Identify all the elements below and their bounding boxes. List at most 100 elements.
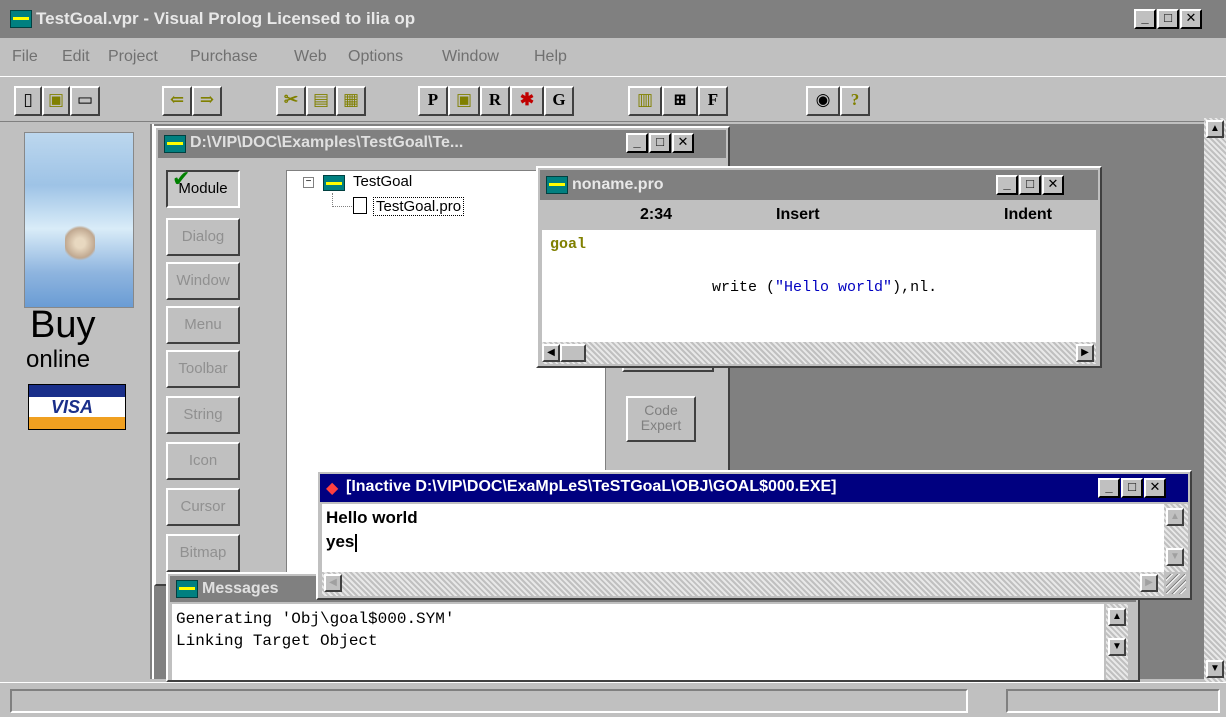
new-file-icon[interactable]: ▯ bbox=[14, 86, 42, 116]
console-minimize-button[interactable]: _ bbox=[1098, 478, 1120, 498]
editor-close-button[interactable]: ✕ bbox=[1042, 175, 1064, 195]
console-scroll-up-icon[interactable]: ▲ bbox=[1166, 508, 1184, 526]
menu-help[interactable]: Help bbox=[534, 48, 567, 66]
code-keyword: goal bbox=[550, 236, 587, 253]
main-scroll-down-icon[interactable]: ▼ bbox=[1206, 660, 1224, 678]
tree-file-label[interactable]: TestGoal.pro bbox=[373, 197, 465, 216]
redo-icon[interactable]: ⇒ bbox=[192, 86, 222, 116]
console-scroll-down-icon[interactable]: ▼ bbox=[1166, 548, 1184, 566]
messages-scroll-up-icon[interactable]: ▲ bbox=[1108, 608, 1126, 626]
status-panel-right bbox=[1006, 689, 1220, 713]
console-title: [Inactive D:\VIP\DOC\ExaMpLeS\TeSTGoaL\O… bbox=[346, 478, 837, 495]
app-title-bar[interactable]: TestGoal.vpr - Visual Prolog Licensed to… bbox=[0, 0, 1226, 38]
tree-icon[interactable]: ⊞ bbox=[662, 86, 698, 116]
file-icon bbox=[353, 197, 367, 214]
code-write: write ( bbox=[712, 279, 776, 296]
menu-options[interactable]: Options bbox=[348, 48, 403, 66]
messages-vscrollbar[interactable]: ▲ ▼ bbox=[1106, 604, 1128, 680]
project-title-bar[interactable]: D:\VIP\DOC\Examples\TestGoal\Te... _ □ ✕ bbox=[158, 130, 726, 158]
tab-cursor[interactable]: Cursor bbox=[166, 488, 240, 526]
project-close-button[interactable]: ✕ bbox=[672, 133, 694, 153]
console-output[interactable]: Hello world yes bbox=[322, 504, 1164, 572]
editor-scroll-right-icon[interactable]: ▶ bbox=[1076, 344, 1094, 362]
messages-output[interactable]: Generating 'Obj\goal$000.SYM' Linking Ta… bbox=[172, 604, 1104, 680]
console-window-icon: ◆ bbox=[326, 480, 339, 497]
menu-web[interactable]: Web bbox=[294, 48, 327, 66]
compile-icon[interactable]: P bbox=[418, 86, 448, 116]
project-window-icon bbox=[164, 135, 186, 153]
tab-window[interactable]: Window bbox=[166, 262, 240, 300]
code-expert-button[interactable]: Code Expert bbox=[626, 396, 696, 442]
messages-title: Messages bbox=[202, 580, 279, 597]
menu-purchase[interactable]: Purchase bbox=[190, 48, 258, 66]
main-scroll-up-icon[interactable]: ▲ bbox=[1206, 120, 1224, 138]
editor-title-bar[interactable]: noname.pro _ □ ✕ bbox=[540, 170, 1098, 200]
debug-bug-icon[interactable]: ✱ bbox=[510, 86, 544, 116]
editor-window[interactable]: noname.pro _ □ ✕ 2:34 Insert Indent goal… bbox=[536, 166, 1102, 368]
editor-scroll-left-icon[interactable]: ◀ bbox=[542, 344, 560, 362]
tab-icon[interactable]: Icon bbox=[166, 442, 240, 480]
editor-title: noname.pro bbox=[572, 176, 664, 193]
editor-hscrollbar[interactable]: ◀ ▶ bbox=[542, 342, 1096, 364]
console-maximize-button[interactable]: □ bbox=[1121, 478, 1143, 498]
open-file-icon[interactable]: ▣ bbox=[42, 86, 70, 116]
tree-project-icon bbox=[323, 175, 345, 191]
tab-menu[interactable]: Menu bbox=[166, 306, 240, 344]
menu-bar: File Edit Project Purchase Web Options W… bbox=[0, 40, 1226, 74]
editor-minimize-button[interactable]: _ bbox=[996, 175, 1018, 195]
tab-dialog[interactable]: Dialog bbox=[166, 218, 240, 256]
help-button[interactable]: ? bbox=[840, 86, 870, 116]
ad-buy-text[interactable]: Buy bbox=[30, 305, 95, 345]
console-title-bar[interactable]: ◆ [Inactive D:\VIP\DOC\ExaMpLeS\TeSTGoaL… bbox=[320, 474, 1188, 502]
app-close-button[interactable]: ✕ bbox=[1180, 9, 1202, 29]
paste-icon[interactable]: ▦ bbox=[336, 86, 366, 116]
copy-icon[interactable]: ▤ bbox=[306, 86, 336, 116]
app-icon[interactable] bbox=[10, 10, 32, 28]
main-vscrollbar[interactable]: ▲ ▼ bbox=[1204, 118, 1226, 682]
console-window[interactable]: ◆ [Inactive D:\VIP\DOC\ExaMpLeS\TeSTGoaL… bbox=[316, 470, 1192, 600]
save-file-icon[interactable]: ▭ bbox=[70, 86, 100, 116]
project-title: D:\VIP\DOC\Examples\TestGoal\Te... bbox=[190, 134, 464, 151]
browse-icon[interactable]: ▥ bbox=[628, 86, 662, 116]
tab-toolbar[interactable]: Toolbar bbox=[166, 350, 240, 388]
tab-bitmap[interactable]: Bitmap bbox=[166, 534, 240, 572]
tab-module[interactable]: ✔ Module bbox=[166, 166, 240, 208]
cut-icon[interactable]: ✂ bbox=[276, 86, 306, 116]
menu-file[interactable]: File bbox=[12, 48, 38, 66]
menu-edit[interactable]: Edit bbox=[62, 48, 90, 66]
editor-scroll-thumb[interactable] bbox=[560, 344, 586, 362]
console-close-button[interactable]: ✕ bbox=[1144, 478, 1166, 498]
ad-image[interactable] bbox=[24, 132, 134, 308]
console-vscrollbar[interactable]: ▲ ▼ bbox=[1164, 504, 1188, 572]
menu-project[interactable]: Project bbox=[108, 48, 158, 66]
messages-scroll-down-icon[interactable]: ▼ bbox=[1108, 638, 1126, 656]
ad-online-text[interactable]: online bbox=[26, 346, 90, 374]
console-resize-grip[interactable] bbox=[1166, 574, 1186, 594]
expert-icon[interactable]: ◉ bbox=[806, 86, 840, 116]
tree-collapse-icon[interactable]: − bbox=[303, 177, 314, 188]
editor-code-area[interactable]: goal write ("Hello world"),nl. bbox=[542, 230, 1096, 342]
find-button[interactable]: F bbox=[698, 86, 728, 116]
console-line-2-text: yes bbox=[326, 532, 355, 551]
editor-maximize-button[interactable]: □ bbox=[1019, 175, 1041, 195]
console-scroll-left-icon[interactable]: ◀ bbox=[324, 574, 342, 592]
visa-text: VISA bbox=[51, 397, 94, 417]
make-icon[interactable]: ▣ bbox=[448, 86, 480, 116]
status-bar bbox=[0, 682, 1226, 717]
tab-string[interactable]: String bbox=[166, 396, 240, 434]
goal-button[interactable]: G bbox=[544, 86, 574, 116]
project-maximize-button[interactable]: □ bbox=[649, 133, 671, 153]
menu-window[interactable]: Window bbox=[442, 48, 499, 66]
app-minimize-button[interactable]: _ bbox=[1134, 9, 1156, 29]
visa-logo[interactable]: VISA bbox=[28, 384, 126, 430]
tree-root-label[interactable]: TestGoal bbox=[353, 173, 412, 190]
console-hscrollbar[interactable]: ◀ ▶ bbox=[322, 572, 1164, 596]
message-line-2: Linking Target Object bbox=[176, 632, 378, 650]
project-minimize-button[interactable]: _ bbox=[626, 133, 648, 153]
code-expert-line2: Expert bbox=[640, 417, 682, 433]
undo-icon[interactable]: ⇐ bbox=[162, 86, 192, 116]
run-button[interactable]: R bbox=[480, 86, 510, 116]
editor-status-bar: 2:34 Insert Indent bbox=[540, 202, 1098, 228]
console-scroll-right-icon[interactable]: ▶ bbox=[1140, 574, 1158, 592]
app-maximize-button[interactable]: □ bbox=[1157, 9, 1179, 29]
